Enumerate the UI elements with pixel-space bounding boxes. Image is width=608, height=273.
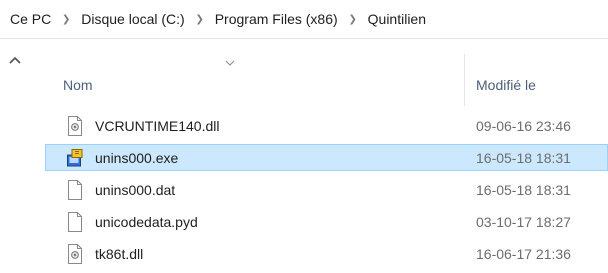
chevron-right-icon[interactable]: ❯ [195,14,205,25]
file-row[interactable]: unicodedata.pyd 03-10-17 18:27 [45,208,608,235]
file-modified-date: 16-05-18 18:31 [476,150,571,166]
sort-descending-icon [225,60,235,66]
file-modified-date: 03-10-17 18:27 [476,214,571,230]
installer-exe-icon [67,149,83,167]
breadcrumb-item-local-disk[interactable]: Disque local (C:) [81,11,184,27]
column-header-row: Nom Modifié le [45,54,608,106]
file-modified-date: 16-05-18 18:31 [476,182,571,198]
file-row[interactable]: tk86t.dll 16-06-17 21:36 [45,240,608,267]
file-modified-date: 09-06-16 23:46 [476,118,571,134]
address-breadcrumb: Ce PC ❯ Disque local (C:) ❯ Program File… [0,0,608,39]
scroll-up-arrow-icon[interactable] [9,55,21,67]
file-name: VCRUNTIME140.dll [95,118,220,134]
chevron-right-icon[interactable]: ❯ [348,14,358,25]
blank-file-icon [68,180,82,200]
breadcrumb-item-this-pc[interactable]: Ce PC [10,11,51,27]
file-row-selected[interactable]: unins000.exe 16-05-18 18:31 [45,144,608,171]
dll-file-icon [68,244,82,264]
file-name: unins000.dat [95,182,176,198]
file-list: VCRUNTIME140.dll 09-06-16 23:46 unins000… [45,112,608,272]
file-name: tk86t.dll [95,246,144,262]
blank-file-icon [68,212,82,232]
file-name: unins000.exe [95,150,179,166]
column-header-name-label: Nom [63,77,93,93]
file-name: unicodedata.pyd [95,214,198,230]
breadcrumb-item-quintilien[interactable]: Quintilien [368,11,426,27]
file-modified-date: 16-06-17 21:36 [476,246,571,262]
column-header-modified-label: Modifié le [476,77,536,93]
column-header-modified[interactable]: Modifié le [465,54,608,106]
file-row[interactable]: VCRUNTIME140.dll 09-06-16 23:46 [45,112,608,139]
breadcrumb-item-program-files-x86[interactable]: Program Files (x86) [215,11,338,27]
chevron-right-icon[interactable]: ❯ [61,14,71,25]
file-row[interactable]: unins000.dat 16-05-18 18:31 [45,176,608,203]
column-header-name[interactable]: Nom [45,54,465,106]
dll-file-icon [68,116,82,136]
